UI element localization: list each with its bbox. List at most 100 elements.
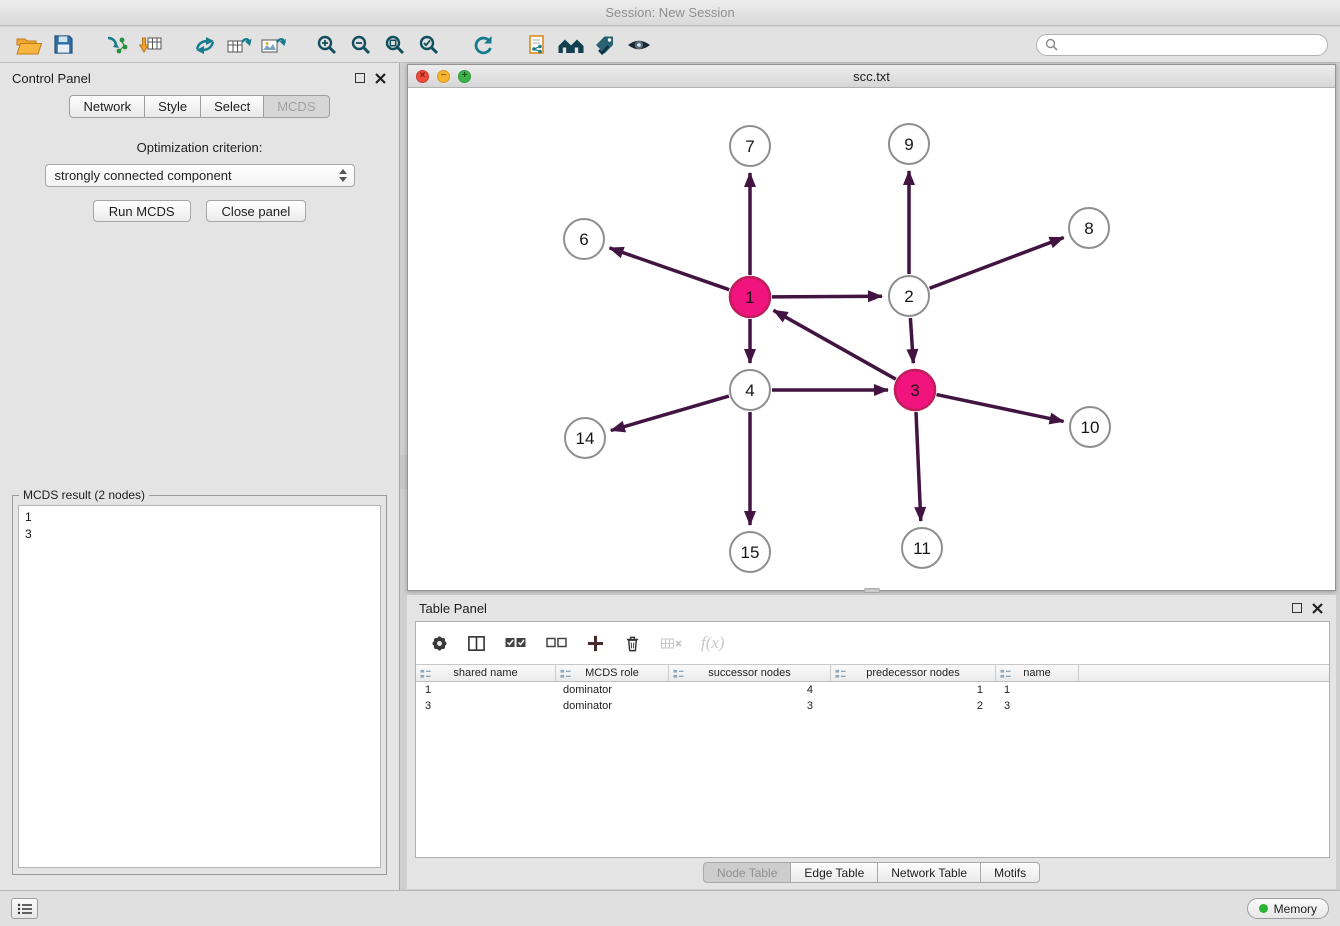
tab-style[interactable]: Style <box>145 95 201 118</box>
table-tabs: Node TableEdge TableNetwork TableMotifs <box>407 862 1336 883</box>
node-9[interactable]: 9 <box>889 124 929 164</box>
memory-status-icon <box>1259 904 1268 913</box>
gear-icon <box>430 634 449 653</box>
node-4[interactable]: 4 <box>730 370 770 410</box>
node-14[interactable]: 14 <box>565 418 605 458</box>
panel-splitter-handle[interactable] <box>400 455 407 489</box>
style-button[interactable] <box>588 30 622 60</box>
delete-column-icon <box>660 634 683 652</box>
home-button[interactable] <box>554 30 588 60</box>
node-3[interactable]: 3 <box>895 370 935 410</box>
zoom-out-button[interactable] <box>344 30 378 60</box>
close-panel-button[interactable]: Close panel <box>206 200 307 222</box>
edge-3-10[interactable] <box>937 395 1064 422</box>
node-11[interactable]: 11 <box>902 528 942 568</box>
refresh-button[interactable] <box>466 30 500 60</box>
search-input[interactable] <box>1063 38 1319 52</box>
add-row-button[interactable] <box>586 634 605 653</box>
columns-icon <box>467 634 486 653</box>
column-header-MCDS-role[interactable]: MCDS role <box>556 665 669 681</box>
tab-select[interactable]: Select <box>201 95 264 118</box>
zoom-fit-button[interactable] <box>378 30 412 60</box>
select-all-button[interactable] <box>504 634 527 652</box>
tab-node-table[interactable]: Node Table <box>703 862 792 883</box>
edge-4-14[interactable] <box>611 396 729 430</box>
node-label: 2 <box>904 287 913 306</box>
open-folder-button[interactable] <box>12 30 46 60</box>
import-network-icon <box>105 34 129 56</box>
column-label: successor nodes <box>708 667 791 679</box>
image-export-button[interactable] <box>256 30 290 60</box>
status-bar: Memory <box>0 890 1340 926</box>
node-2[interactable]: 2 <box>889 276 929 316</box>
table-cell: 1 <box>831 684 996 696</box>
column-header-shared-name[interactable]: shared name <box>416 665 556 681</box>
node-8[interactable]: 8 <box>1069 208 1109 248</box>
network-window-titlebar[interactable]: scc.txt ×−+ <box>408 65 1335 88</box>
optimization-label: Optimization criterion: <box>0 140 399 155</box>
node-7[interactable]: 7 <box>730 126 770 166</box>
import-table-button[interactable] <box>134 30 168 60</box>
table-cell: 4 <box>669 684 831 696</box>
search-field[interactable] <box>1036 34 1328 56</box>
tab-network-table[interactable]: Network Table <box>878 862 981 883</box>
node-label: 14 <box>576 429 595 448</box>
eye-button[interactable] <box>622 30 656 60</box>
float-panel-icon[interactable] <box>355 73 365 83</box>
clone-network-button[interactable] <box>520 30 554 60</box>
import-network-button[interactable] <box>100 30 134 60</box>
network-canvas[interactable]: 7 9 6 8 1 2 4 3 14 10 15 11 <box>408 88 1335 590</box>
close-panel-icon[interactable] <box>373 71 387 85</box>
edge-2-3[interactable] <box>910 318 913 363</box>
delete-column-button <box>660 634 683 652</box>
tab-edge-table[interactable]: Edge Table <box>791 862 878 883</box>
unselect-all-button[interactable] <box>545 634 568 652</box>
columns-button[interactable] <box>467 634 486 653</box>
table-cell: 3 <box>669 700 831 712</box>
table-cell: 2 <box>831 700 996 712</box>
log-console-button[interactable] <box>11 898 38 919</box>
gear-button[interactable] <box>430 634 449 653</box>
add-row-icon <box>586 634 605 653</box>
tab-motifs[interactable]: Motifs <box>981 862 1040 883</box>
close-table-panel-icon[interactable] <box>1310 601 1324 615</box>
refresh-icon <box>471 34 495 56</box>
open-folder-icon <box>16 34 42 56</box>
optimization-criterion-dropdown[interactable]: strongly connected component <box>45 164 355 187</box>
node-label: 6 <box>579 230 588 249</box>
sort-icon <box>835 669 846 679</box>
tab-network[interactable]: Network <box>69 95 145 118</box>
save-button[interactable] <box>46 30 80 60</box>
run-mcds-button[interactable]: Run MCDS <box>93 200 191 222</box>
layout-button[interactable] <box>188 30 222 60</box>
node-label: 10 <box>1081 418 1100 437</box>
column-header-successor-nodes[interactable]: successor nodes <box>669 665 831 681</box>
control-panel-header: Control Panel <box>0 63 399 93</box>
edge-3-11[interactable] <box>916 412 921 521</box>
table-panel-header: Table Panel <box>407 595 1336 621</box>
float-table-panel-icon[interactable] <box>1292 603 1302 613</box>
delete-row-button[interactable] <box>623 634 642 653</box>
main-toolbar <box>0 27 1340 63</box>
node-1[interactable]: 1 <box>730 277 770 317</box>
memory-button[interactable]: Memory <box>1247 898 1329 919</box>
node-10[interactable]: 10 <box>1070 407 1110 447</box>
fx-icon: f(x) <box>701 633 725 653</box>
table-row[interactable]: 3dominator323 <box>416 698 1329 714</box>
node-15[interactable]: 15 <box>730 532 770 572</box>
table-row[interactable]: 1dominator411 <box>416 682 1329 698</box>
network-table-button[interactable] <box>222 30 256 60</box>
edge-2-8[interactable] <box>930 238 1064 289</box>
window-resize-grip[interactable] <box>864 588 880 593</box>
delete-row-icon <box>623 634 642 653</box>
zoom-in-button[interactable] <box>310 30 344 60</box>
node-6[interactable]: 6 <box>564 219 604 259</box>
zoom-selected-button[interactable] <box>412 30 446 60</box>
column-header-name[interactable]: name <box>996 665 1079 681</box>
edge-3-1[interactable] <box>774 310 896 379</box>
edge-1-2[interactable] <box>772 296 882 297</box>
tab-mcds[interactable]: MCDS <box>264 95 329 118</box>
column-header-predecessor-nodes[interactable]: predecessor nodes <box>831 665 996 681</box>
network-canvas-wrap: 7 9 6 8 1 2 4 3 14 10 15 11 <box>408 88 1335 590</box>
edge-1-6[interactable] <box>610 248 730 290</box>
